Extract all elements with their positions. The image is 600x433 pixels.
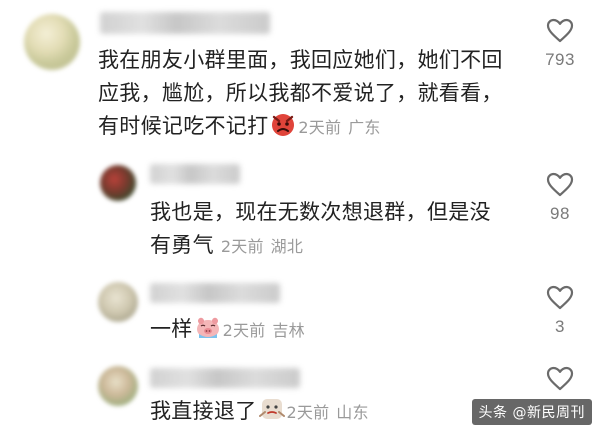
comment-1: 我在朋友小群里面，我回应她们，她们不回 应我，尴尬，所以我都不爱说了，就看看， …	[0, 0, 600, 160]
comment-text: 我直接退了 2天前 山东	[150, 395, 490, 432]
comment-line-with-meta: 有时候记吃不记打 2天前 广东	[98, 110, 538, 147]
heart-icon	[546, 366, 574, 391]
comment-location: 山东	[336, 403, 369, 422]
like-count: 793	[545, 50, 575, 69]
avatar[interactable]	[24, 14, 80, 70]
username-redacted[interactable]	[150, 283, 280, 303]
comment-line-with-meta: 一样 2天前 吉林	[150, 313, 520, 350]
like-count: 3	[555, 317, 565, 336]
username-redacted[interactable]	[100, 12, 270, 34]
watermark: 头条 @新民周刊	[471, 399, 592, 425]
avatar[interactable]	[98, 366, 138, 406]
comment-line: 一样	[150, 317, 193, 341]
comment-text: 一样 2天前 吉林	[150, 313, 520, 350]
comment-text: 我在朋友小群里面，我回应她们，她们不回 应我，尴尬，所以我都不爱说了，就看看， …	[98, 44, 538, 147]
comment-line: 有勇气	[150, 233, 214, 257]
comment-2: 我也是，现在无数次想退群，但是没 有勇气 2天前 湖北 98	[0, 160, 600, 275]
like-count: 98	[550, 204, 570, 223]
comment-time: 2天前	[286, 403, 330, 422]
avatar[interactable]	[100, 165, 136, 201]
like-button[interactable]	[525, 366, 595, 391]
angry-face-emoji	[270, 111, 296, 147]
comment-line: 我也是，现在无数次想退群，但是没	[150, 200, 491, 224]
comment-time: 2天前	[220, 237, 264, 256]
like-button[interactable]: 98	[525, 172, 595, 224]
comment-location: 湖北	[270, 237, 304, 256]
username-redacted[interactable]	[150, 164, 240, 184]
like-button[interactable]: 793	[525, 18, 595, 70]
comment-line: 我直接退了	[150, 399, 257, 423]
comment-location: 广东	[348, 118, 381, 137]
comment-location: 吉林	[272, 321, 305, 340]
comment-time: 2天前	[298, 118, 342, 137]
shrug-face-emoji	[258, 396, 285, 432]
comment-line: 我在朋友小群里面，我回应她们，她们不回	[98, 48, 503, 72]
heart-icon	[546, 285, 574, 310]
comment-line: 有时候记吃不记打	[98, 114, 269, 138]
comment-line-with-meta: 有勇气 2天前 湖北	[150, 229, 520, 263]
comment-text: 我也是，现在无数次想退群，但是没 有勇气 2天前 湖北	[150, 196, 520, 263]
like-button[interactable]: 3	[525, 285, 595, 337]
comment-line: 应我，尴尬，所以我都不爱说了，就看看，	[98, 81, 503, 105]
comment-3: 一样 2天前 吉林 3	[0, 275, 600, 360]
heart-icon	[546, 172, 574, 197]
crying-pig-emoji	[195, 314, 221, 350]
comment-line-with-meta: 我直接退了 2天前 山东	[150, 395, 490, 432]
heart-icon	[546, 18, 574, 43]
avatar[interactable]	[98, 282, 138, 322]
comment-time: 2天前	[222, 321, 266, 340]
username-redacted[interactable]	[150, 368, 300, 388]
